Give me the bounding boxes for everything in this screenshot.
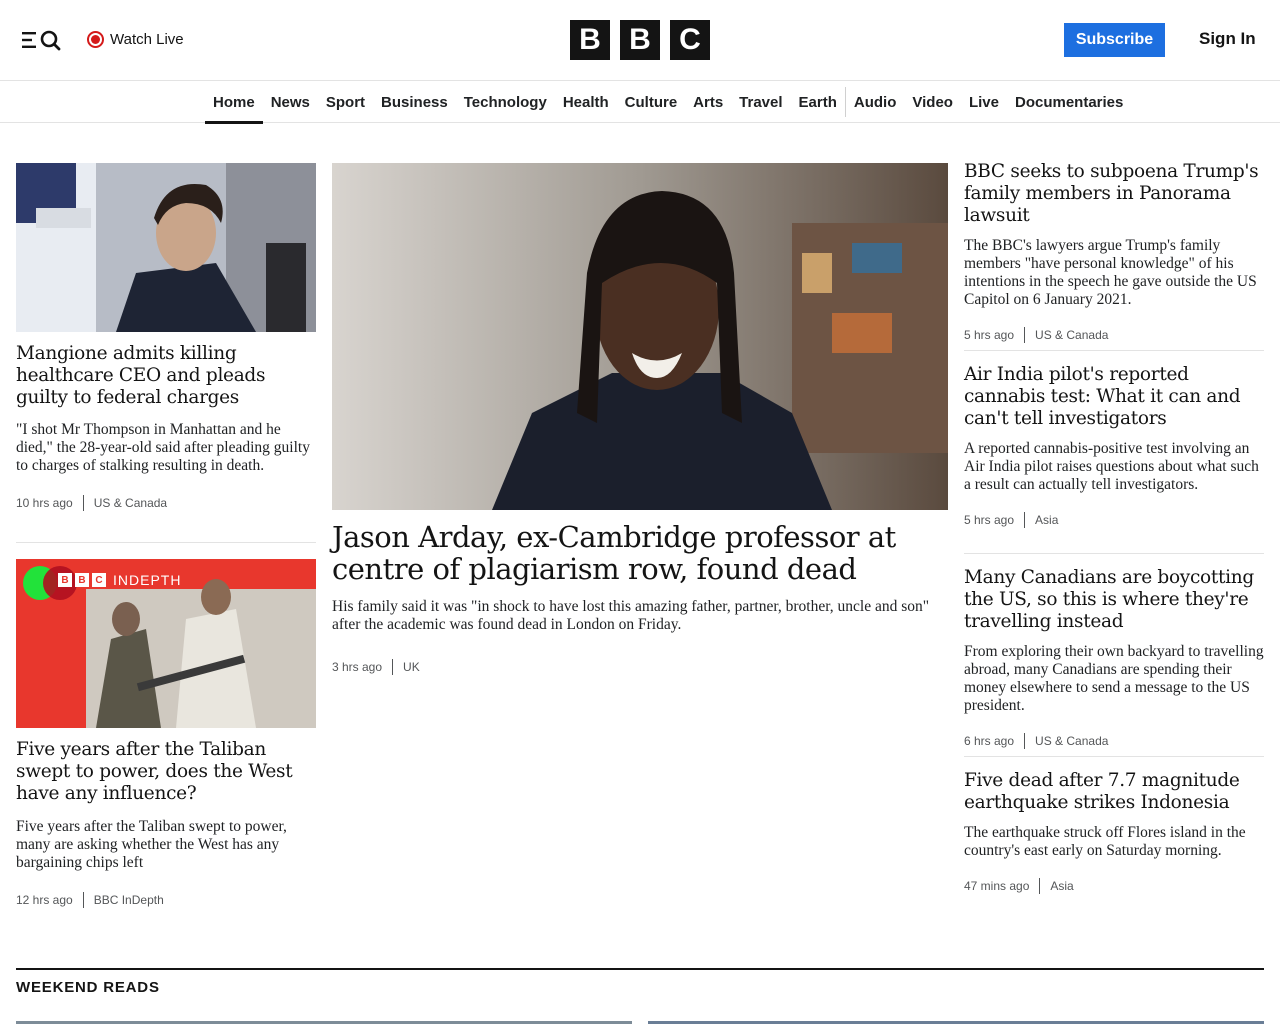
story-section[interactable]: Asia (1050, 879, 1073, 893)
meta-separator (1039, 878, 1041, 894)
photo-illustration (332, 163, 948, 510)
story-summary: From exploring their own backyard to tra… (964, 643, 1264, 714)
story-time: 12 hrs ago (16, 893, 73, 907)
logo-letter: B (570, 20, 610, 60)
nav-item-home[interactable]: Home (205, 81, 263, 124)
story-time: 3 hrs ago (332, 660, 383, 674)
story-time: 47 mins ago (964, 879, 1030, 893)
story-time: 5 hrs ago (964, 328, 1015, 342)
watch-live-link[interactable]: Watch Live (87, 29, 184, 49)
sign-in-link[interactable]: Sign In (1199, 29, 1256, 49)
story-image[interactable] (16, 163, 316, 332)
story-card[interactable]: Mangione admits killing healthcare CEO a… (16, 163, 316, 511)
meta-separator (1024, 327, 1026, 343)
nav-item-business[interactable]: Business (373, 81, 456, 123)
lead-story-image[interactable] (332, 163, 948, 510)
divider (16, 542, 316, 543)
nav-item-arts[interactable]: Arts (685, 81, 731, 123)
watch-live-label: Watch Live (110, 30, 184, 48)
subscribe-button[interactable]: Subscribe (1064, 23, 1165, 57)
story-headline[interactable]: Five years after the Taliban swept to po… (16, 739, 316, 805)
nav-item-news[interactable]: News (263, 81, 318, 123)
nav-item-culture[interactable]: Culture (617, 81, 686, 123)
meta-separator (82, 495, 84, 511)
story-headline[interactable]: Mangione admits killing healthcare CEO a… (16, 343, 316, 409)
nav-item-health[interactable]: Health (555, 81, 617, 123)
story-headline[interactable]: Many Canadians are boycotting the US, so… (964, 567, 1264, 633)
section-title-weekend-reads[interactable]: WEEKEND READS (16, 979, 160, 996)
story-section[interactable]: BBC InDepth (94, 893, 164, 907)
story-summary: Five years after the Taliban swept to po… (16, 818, 287, 871)
story-meta: 12 hrs ago BBC InDepth (16, 892, 316, 908)
story-card[interactable]: BBC seeks to subpoena Trump's family mem… (964, 161, 1264, 343)
story-summary: The earthquake struck off Flores island … (964, 824, 1246, 859)
nav-item-audio[interactable]: Audio (846, 81, 905, 123)
divider (964, 756, 1264, 757)
story-section[interactable]: US & Canada (1035, 328, 1108, 342)
lead-story-card[interactable]: Jason Arday, ex-Cambridge professor at c… (332, 163, 948, 675)
logo-letter: C (670, 20, 710, 60)
story-card[interactable]: Five dead after 7.7 magnitude earthquake… (964, 770, 1264, 894)
nav-item-documentaries[interactable]: Documentaries (1007, 81, 1131, 123)
indepth-badge: B B C INDEPTH (58, 572, 181, 588)
story-section[interactable]: Asia (1035, 513, 1058, 527)
nav-items: Home News Sport Business Technology Heal… (205, 81, 1131, 124)
story-meta: 3 hrs ago UK (332, 659, 948, 675)
story-meta: 6 hrs ago US & Canada (964, 733, 1264, 749)
nav-item-live[interactable]: Live (961, 81, 1007, 123)
nav-item-earth[interactable]: Earth (791, 81, 845, 123)
story-summary: A reported cannabis-positive test involv… (964, 440, 1259, 493)
section-rule (16, 968, 1264, 970)
story-summary: The BBC's lawyers argue Trump's family m… (964, 237, 1257, 308)
story-meta: 10 hrs ago US & Canada (16, 495, 316, 511)
story-section[interactable]: US & Canada (94, 496, 167, 510)
meta-separator (1024, 733, 1026, 749)
story-image[interactable]: B B C INDEPTH (16, 559, 316, 728)
logo-letter: B (620, 20, 660, 60)
story-time: 5 hrs ago (964, 513, 1015, 527)
story-headline[interactable]: BBC seeks to subpoena Trump's family mem… (964, 161, 1264, 227)
photo-illustration (16, 163, 316, 332)
lead-story-headline[interactable]: Jason Arday, ex-Cambridge professor at c… (332, 521, 948, 585)
badge-label: INDEPTH (113, 572, 182, 588)
site-header: Watch Live B B C Subscribe Sign In (0, 0, 1280, 81)
story-time: 10 hrs ago (16, 496, 73, 510)
nav-item-travel[interactable]: Travel (731, 81, 790, 123)
nav-item-video[interactable]: Video (904, 81, 961, 123)
story-card[interactable]: B B C INDEPTH Five years after the Talib… (16, 559, 316, 908)
story-headline[interactable]: Air India pilot's reported cannabis test… (964, 364, 1264, 430)
story-meta: 5 hrs ago Asia (964, 512, 1264, 528)
nav-item-sport[interactable]: Sport (318, 81, 373, 123)
meta-separator (1024, 512, 1026, 528)
story-summary: "I shot Mr Thompson in Manhattan and he … (16, 421, 310, 474)
story-section[interactable]: UK (403, 660, 420, 674)
story-card[interactable]: Many Canadians are boycotting the US, so… (964, 567, 1264, 749)
story-meta: 5 hrs ago US & Canada (964, 327, 1264, 343)
badge-letter: B (58, 573, 72, 587)
nav-item-technology[interactable]: Technology (456, 81, 555, 123)
story-card[interactable]: Air India pilot's reported cannabis test… (964, 364, 1264, 528)
story-section[interactable]: US & Canada (1035, 734, 1108, 748)
badge-letter: B (75, 573, 89, 587)
menu-search-button[interactable] (21, 28, 63, 52)
meta-separator (392, 659, 394, 675)
story-meta: 47 mins ago Asia (964, 878, 1264, 894)
live-icon (87, 30, 104, 48)
menu-search-icon (22, 30, 61, 51)
main-nav: Home News Sport Business Technology Heal… (0, 81, 1280, 124)
story-time: 6 hrs ago (964, 734, 1015, 748)
story-headline[interactable]: Five dead after 7.7 magnitude earthquake… (964, 770, 1264, 814)
bbc-logo[interactable]: B B C (570, 20, 710, 60)
meta-separator (82, 892, 84, 908)
badge-letter: C (92, 573, 106, 587)
divider (964, 553, 1264, 554)
lead-story-summary: His family said it was "in shock to have… (332, 598, 930, 633)
divider (964, 350, 1264, 351)
